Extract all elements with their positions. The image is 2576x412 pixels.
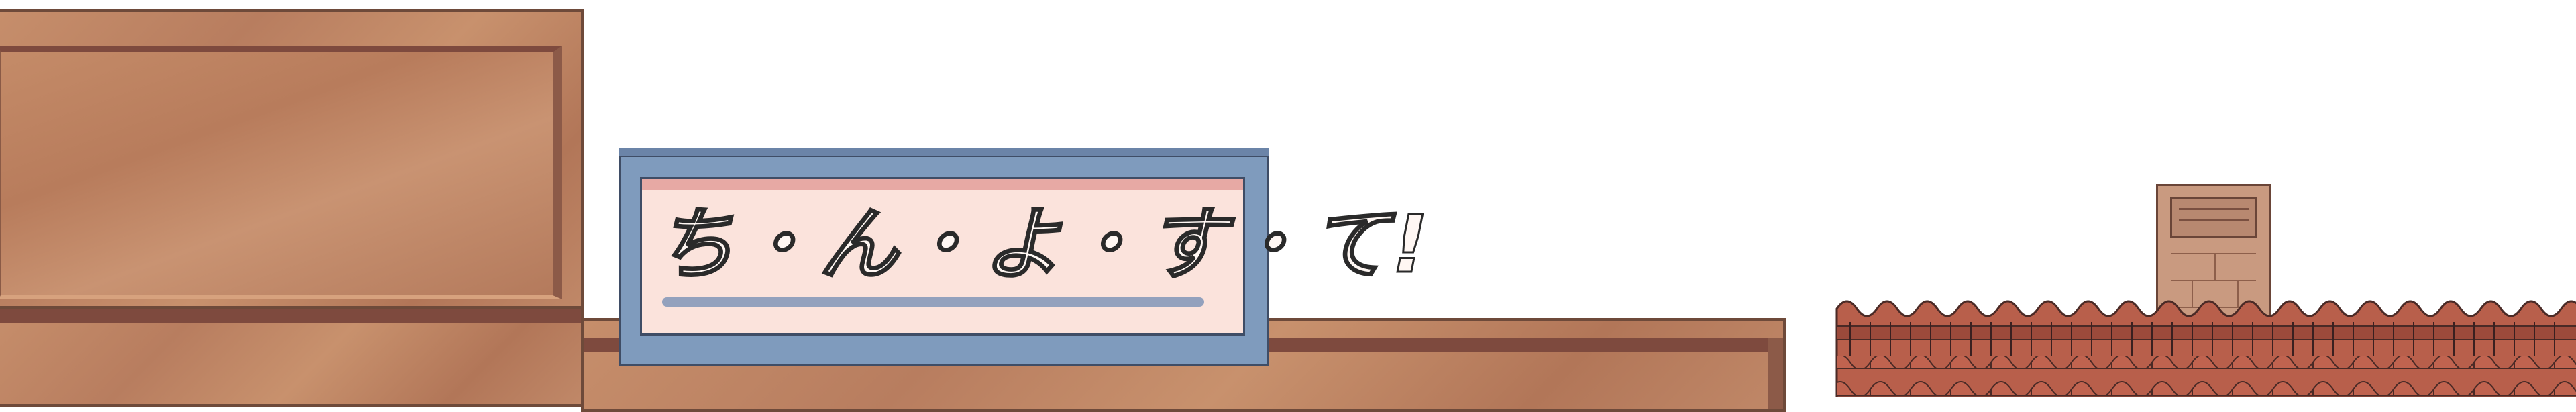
shop-sign-text: ち・ん・よ・す・て!: [655, 197, 1431, 292]
shop-sign-underline: [662, 297, 1204, 307]
right-building: [1830, 181, 2576, 397]
left-building-window-recess: [0, 46, 562, 299]
tiled-roof-icon: [1835, 300, 2576, 397]
shop-sign-panel: ち・ん・よ・す・て!: [640, 177, 1431, 336]
shop-sign-top-stripe: [642, 179, 1243, 190]
left-building-upper: [0, 9, 584, 313]
left-building-lower: [0, 306, 584, 407]
shop-sign-frame: ち・ん・よ・す・て!: [619, 148, 1431, 366]
